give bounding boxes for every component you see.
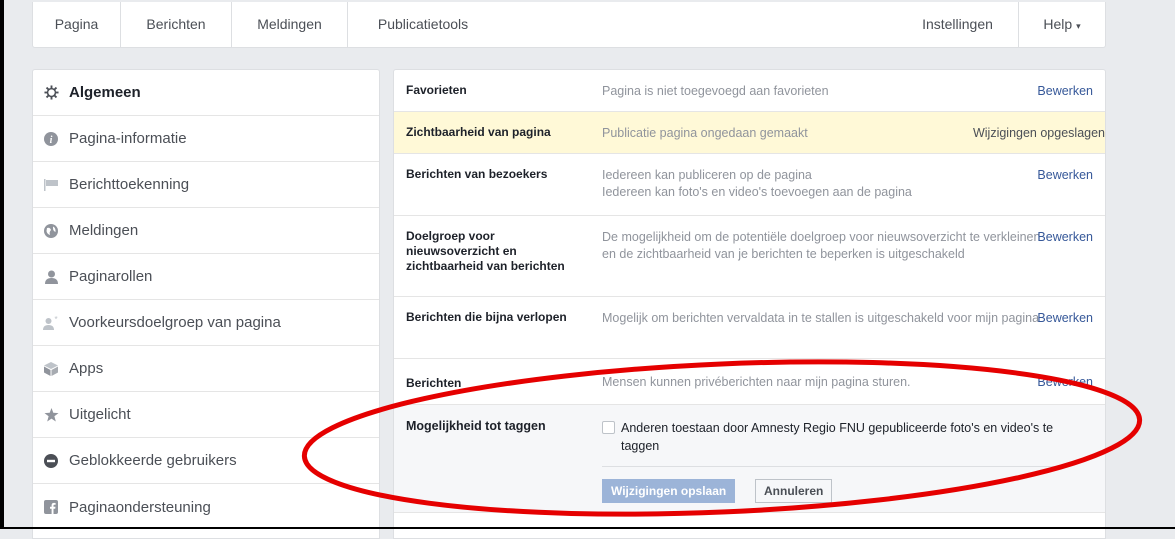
setting-value: Mogelijk om berichten vervaldata in te s… (602, 311, 1040, 325)
chevron-down-icon: ▾ (1076, 21, 1081, 31)
gear-icon (43, 85, 59, 101)
sidebar-item-label: Voorkeursdoelgroep van pagina (69, 314, 281, 331)
sidebar-item-label: Uitgelicht (69, 406, 131, 423)
screenshot-border (0, 0, 4, 529)
sidebar-item-label: Paginaondersteuning (69, 498, 211, 516)
page-top-nav: Pagina Berichten Meldingen Publicatietoo… (32, 2, 1106, 48)
sidebar-item-label: Algemeen (69, 84, 141, 101)
general-settings-panel: Favorieten Pagina is niet toegevoegd aan… (393, 69, 1106, 539)
sidebar-item-algemeen[interactable]: Algemeen (33, 70, 379, 116)
settings-sidebar: Algemeen i Pagina-informatie Berichttoek… (32, 69, 380, 539)
setting-label: Berichten van bezoekers (406, 167, 548, 181)
setting-label: Doelgroep voor nieuwsoverzicht en zichtb… (406, 229, 586, 274)
setting-row-expiring-posts: Berichten die bijna verlopen Mogelijk om… (394, 297, 1105, 359)
svg-text:*: * (54, 316, 57, 324)
sidebar-item-uitgelicht[interactable]: Uitgelicht (33, 392, 379, 438)
tab-publicatietools[interactable]: Publicatietools (348, 2, 498, 47)
tab-berichten[interactable]: Berichten (121, 2, 231, 47)
sidebar-item-label: Paginarollen (69, 268, 153, 285)
person-icon (43, 269, 59, 285)
setting-row-visibility: Zichtbaarheid van pagina Publicatie pagi… (394, 112, 1105, 154)
tab-meldingen[interactable]: Meldingen (232, 2, 347, 47)
tagging-checkbox-label[interactable]: Anderen toestaan door Amnesty Regio FNU … (621, 419, 1072, 455)
help-menu[interactable]: Help ▾ (1019, 2, 1105, 47)
setting-label-line: zichtbaarheid van berichten (406, 259, 565, 273)
sidebar-item-label: Apps (69, 360, 104, 377)
svg-text:i: i (50, 135, 53, 146)
setting-value-line: Iedereen kan foto's en video's toevoegen… (602, 185, 912, 199)
setting-label: Berichten die bijna verlopen (406, 310, 567, 324)
help-label: Help (1043, 16, 1073, 32)
flag-icon (43, 177, 59, 193)
save-changes-button[interactable]: Wijzigingen opslaan (602, 479, 736, 503)
edit-link[interactable]: Bewerken (1037, 83, 1093, 100)
info-icon: i (43, 131, 59, 147)
sidebar-item-label: Meldingen (69, 222, 139, 239)
sidebar-item-paginarollen[interactable]: Paginarollen (33, 254, 379, 300)
setting-row-messages: Berichten Mensen kunnen privéberichten n… (394, 359, 1105, 405)
setting-value: Mensen kunnen privéberichten naar mijn p… (602, 375, 911, 389)
block-icon (43, 453, 59, 469)
globe-icon (43, 223, 59, 239)
tagging-checkbox-line: Anderen toestaan door Amnesty Regio FNU … (602, 419, 1072, 455)
tab-instellingen[interactable]: Instellingen (900, 2, 1015, 47)
sidebar-item-meldingen[interactable]: Meldingen (33, 208, 379, 254)
setting-row-audience: Doelgroep voor nieuwsoverzicht en zichtb… (394, 216, 1105, 297)
edit-link[interactable]: Bewerken (1037, 167, 1093, 184)
setting-row-tagging: Mogelijkheid tot taggen Anderen toestaan… (394, 405, 1105, 513)
sidebar-item-pagina-informatie[interactable]: i Pagina-informatie (33, 116, 379, 162)
setting-row-visitor-posts: Berichten van bezoekers Iedereen kan pub… (394, 154, 1105, 216)
sidebar-item-label: Berichttoekenning (69, 176, 190, 193)
setting-value: De mogelijkheid om de potentiële doelgro… (602, 230, 1041, 261)
sidebar-item-label: Pagina-informatie (69, 130, 187, 147)
setting-value-line: Iedereen kan publiceren op de pagina (602, 168, 812, 182)
setting-label-line: nieuwsoverzicht en (406, 244, 517, 258)
sidebar-item-geblokkeerde-gebruikers[interactable]: Geblokkeerde gebruikers (33, 438, 379, 484)
star-icon (43, 407, 59, 423)
sidebar-item-label: Geblokkeerde gebruikers (69, 452, 237, 469)
setting-value: Iedereen kan publiceren op de pagina Ied… (602, 167, 1042, 201)
sidebar-item-paginaondersteuning[interactable]: Paginaondersteuning (33, 484, 379, 530)
edit-link[interactable]: Bewerken (1037, 374, 1093, 391)
saved-status: Wijzigingen opgeslagen (972, 126, 1105, 140)
setting-row-favorites: Favorieten Pagina is niet toegevoegd aan… (394, 70, 1105, 112)
sidebar-item-berichttoekenning[interactable]: Berichttoekenning (33, 162, 379, 208)
edit-link[interactable]: Bewerken (1037, 229, 1093, 246)
setting-value: Pagina is niet toegevoegd aan favorieten (602, 84, 829, 98)
sidebar-item-voorkeursdoelgroep[interactable]: * Voorkeursdoelgroep van pagina (33, 300, 379, 346)
facebook-icon (43, 499, 59, 515)
tab-pagina[interactable]: Pagina (33, 2, 120, 47)
person-star-icon: * (43, 315, 59, 331)
setting-label: Favorieten (406, 83, 467, 97)
edit-link[interactable]: Bewerken (1037, 310, 1093, 327)
cancel-button[interactable]: Annuleren (755, 479, 833, 503)
tagging-checkbox[interactable] (602, 421, 615, 434)
setting-label: Zichtbaarheid van pagina (406, 125, 551, 139)
setting-label-line: Doelgroep voor (406, 229, 495, 243)
setting-label: Berichten (406, 376, 462, 390)
sidebar-item-apps[interactable]: Apps (33, 346, 379, 392)
divider (602, 466, 1068, 467)
setting-label: Mogelijkheid tot taggen (406, 419, 546, 433)
cube-icon (43, 361, 59, 377)
